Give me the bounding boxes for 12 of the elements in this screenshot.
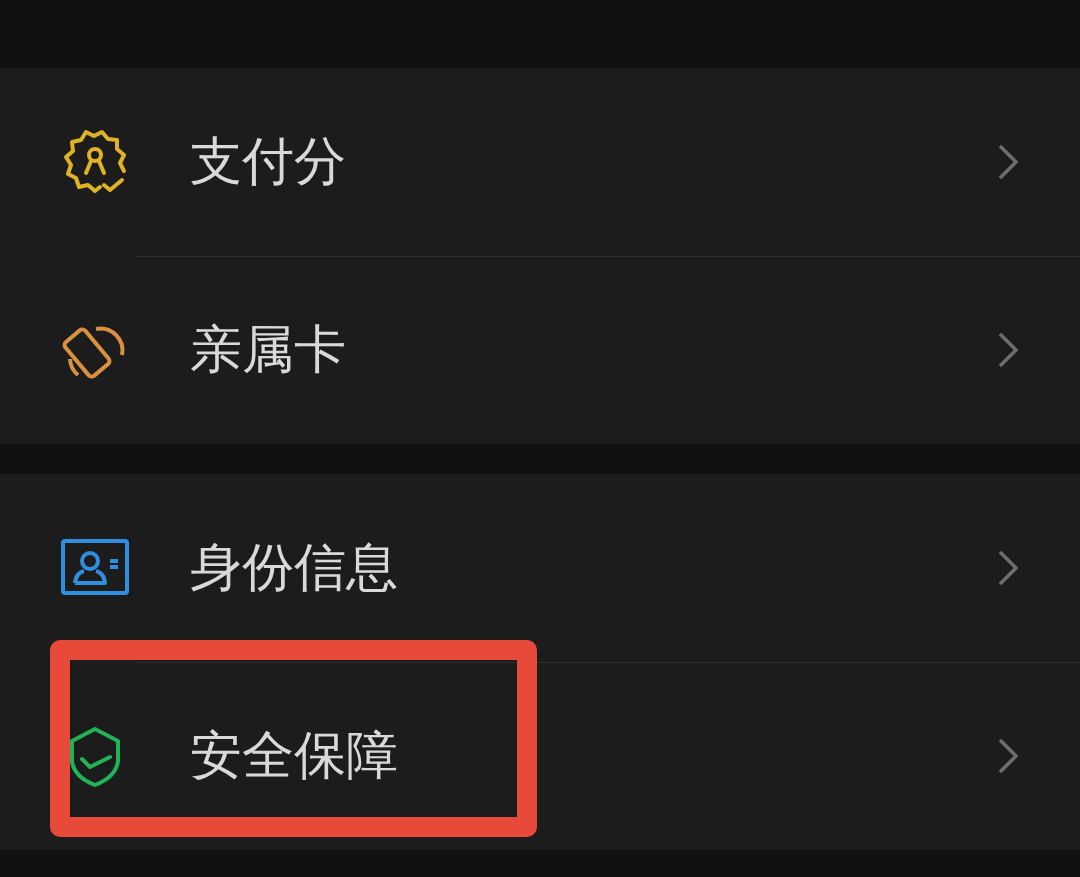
chevron-right-icon: [996, 736, 1020, 776]
menu-label: 支付分: [190, 130, 347, 193]
menu-item[interactable]: 亲属卡: [0, 256, 1080, 444]
menu-item[interactable]: 身份信息: [0, 474, 1080, 662]
chevron-right-icon: [996, 548, 1020, 588]
menu-item[interactable]: 支付分: [0, 68, 1080, 256]
menu-label: 安全保障: [190, 724, 399, 787]
chevron-right-icon: [996, 142, 1020, 182]
menu-label: 身份信息: [190, 536, 399, 599]
chevron-right-icon: [996, 330, 1020, 370]
menu-item[interactable]: 安全保障: [0, 662, 1080, 850]
menu-label: 亲属卡: [190, 318, 347, 381]
